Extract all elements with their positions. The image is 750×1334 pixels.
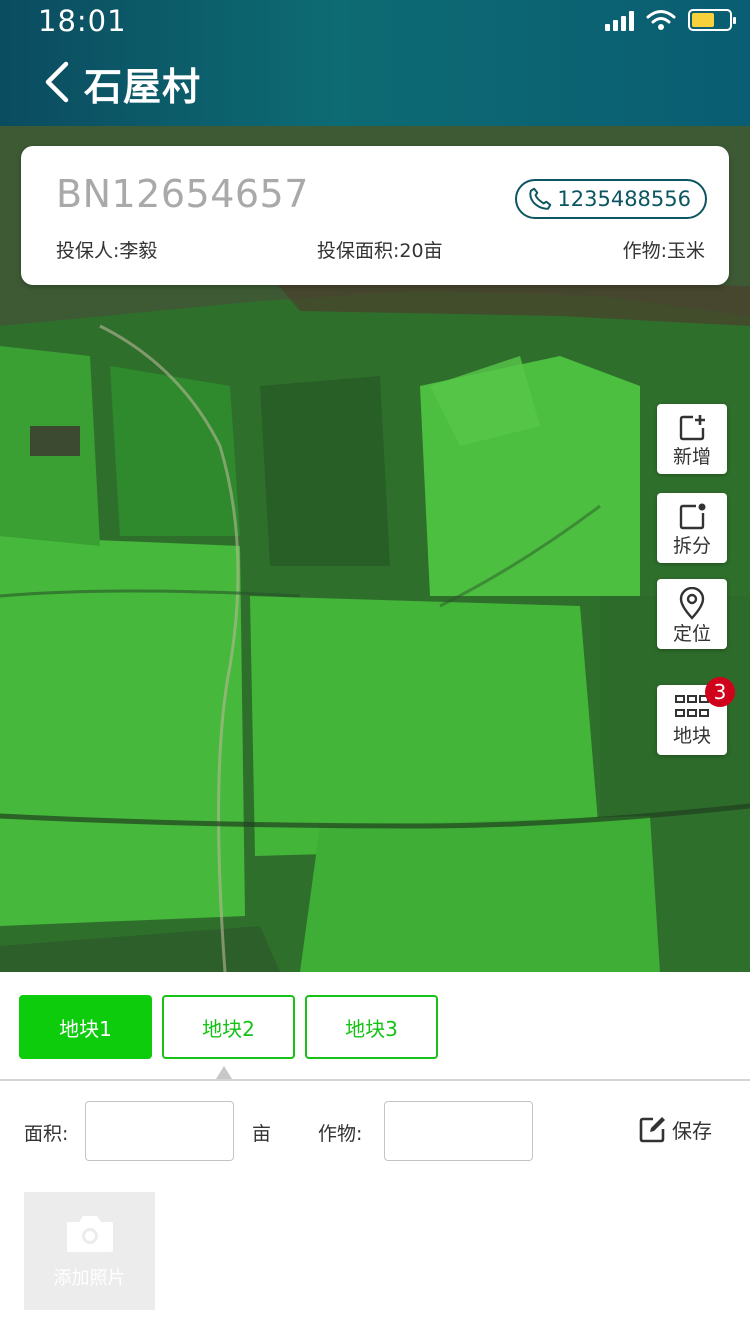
status-time: 18:01 — [38, 4, 127, 38]
tab-plot-1[interactable]: 地块1 — [19, 995, 152, 1059]
divider — [0, 1079, 750, 1081]
edit-icon — [639, 1117, 665, 1143]
locate-button[interactable]: 定位 — [657, 579, 727, 649]
camera-icon — [66, 1216, 113, 1252]
plot-tabs: 地块1 地块2 地块3 — [0, 972, 750, 1080]
locate-label: 定位 — [672, 623, 711, 645]
policy-number: BN12654657 — [56, 172, 309, 216]
area-label: 面积: — [24, 1123, 69, 1145]
status-icons — [605, 7, 736, 33]
area-input[interactable] — [85, 1101, 234, 1161]
split-icon — [679, 503, 706, 530]
back-arrow-icon[interactable] — [40, 58, 76, 106]
wifi-icon — [646, 10, 676, 30]
plots-label: 地块 — [672, 725, 711, 747]
crop-label: 作物: — [318, 1123, 363, 1145]
save-button[interactable]: 保存 — [638, 1114, 712, 1144]
area-unit: 亩 — [252, 1123, 272, 1145]
policy-holder: 投保人:李毅 — [56, 240, 158, 262]
grid-icon — [675, 695, 709, 717]
phone-icon — [529, 187, 552, 210]
tab-plot-3[interactable]: 地块3 — [305, 995, 438, 1059]
split-plot-button[interactable]: 拆分 — [657, 493, 727, 563]
plots-button[interactable]: 地块 3 — [657, 677, 735, 755]
add-plot-label: 新增 — [672, 446, 711, 468]
crop-type: 作物:玉米 — [622, 240, 705, 262]
tab-plot-2[interactable]: 地块2 — [162, 995, 295, 1059]
signal-icon — [605, 9, 634, 31]
header: 18:01 石屋村 — [0, 0, 750, 126]
add-photo-label: 添加照片 — [53, 1268, 126, 1289]
policy-info-card: BN12654657 1235488556 投保人:李毅 投保面积:20亩 作物… — [21, 146, 729, 285]
save-label: 保存 — [672, 1118, 712, 1143]
split-plot-label: 拆分 — [672, 535, 711, 557]
insured-area: 投保面积:20亩 — [317, 240, 443, 262]
phone-number: 1235488556 — [557, 187, 691, 211]
add-plot-button[interactable]: 新增 — [657, 404, 727, 474]
phone-button[interactable]: 1235488556 — [515, 179, 707, 219]
add-note-icon — [679, 415, 705, 441]
crop-input[interactable] — [384, 1101, 533, 1161]
add-photo-button[interactable]: 添加照片 — [24, 1192, 155, 1310]
plots-count-badge: 3 — [705, 677, 735, 707]
location-pin-icon — [679, 587, 705, 620]
tab-pointer — [216, 1066, 232, 1079]
battery-icon — [688, 9, 736, 31]
page-title: 石屋村 — [84, 65, 202, 109]
